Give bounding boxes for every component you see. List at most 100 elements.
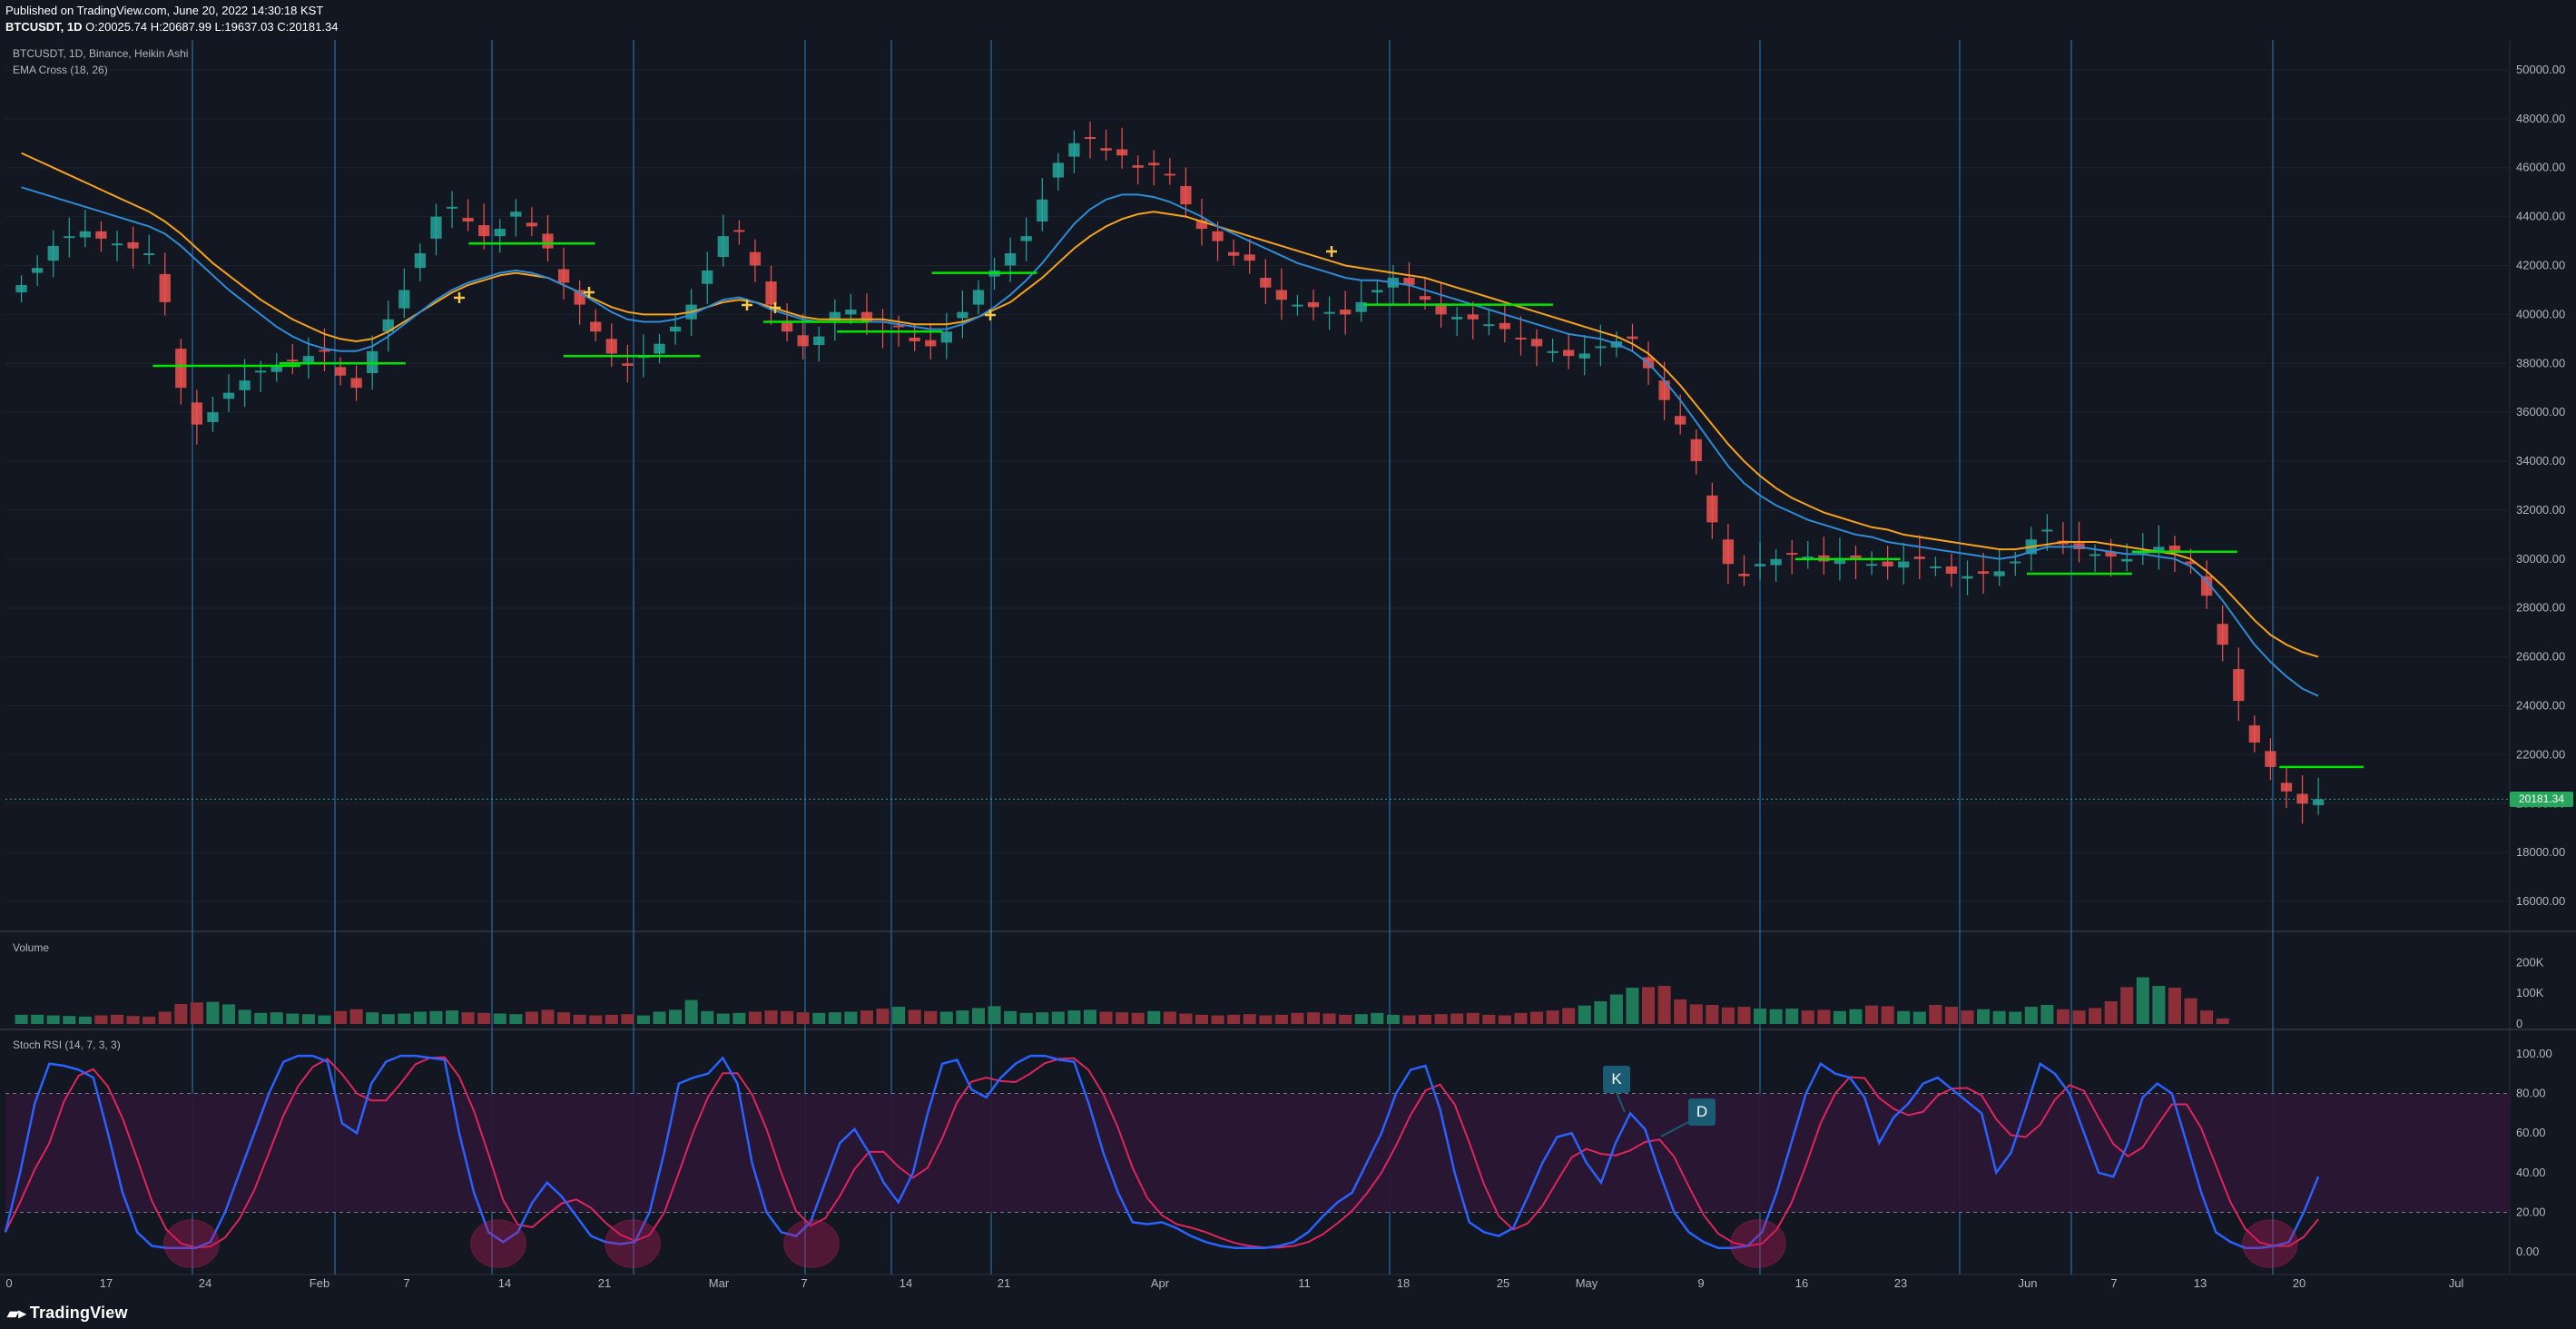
candle-body [845, 310, 857, 315]
candle-body [1132, 165, 1144, 168]
candle-body [1563, 349, 1575, 357]
volume-bar [1721, 1007, 1735, 1024]
volume-bar [1259, 1015, 1273, 1024]
volume-bar [398, 1013, 411, 1024]
volume-tick-label: 100K [2516, 986, 2544, 999]
chart-canvas[interactable]: 50000.00 48000.00 46000.00 44000.00 42000.00… [0, 0, 2576, 1329]
volume-bar [2040, 1005, 2054, 1024]
time-tick-label: 11 [1298, 1276, 1311, 1290]
time-tick-label: 21 [998, 1276, 1010, 1290]
price-tick-label: 42000.00 [2516, 259, 2565, 272]
candle-body [462, 217, 474, 222]
volume-bar [206, 1001, 220, 1024]
candle-body [79, 231, 92, 238]
candle-body [31, 268, 44, 273]
volume-bar [1163, 1011, 1176, 1024]
volume-bar [1354, 1014, 1368, 1024]
candle-body [1052, 162, 1064, 178]
volume-bar [1642, 987, 1656, 1024]
time-tick-label: 7 [403, 1276, 409, 1290]
candle-body [669, 326, 682, 332]
candle-body [1499, 322, 1511, 330]
time-tick-label: Apr [1151, 1276, 1170, 1290]
candle-body [1116, 149, 1128, 156]
candle-body [2233, 669, 2245, 702]
candle-body [430, 216, 442, 239]
candle-body [1898, 561, 1910, 568]
volume-bar [158, 1011, 172, 1024]
volume-bar [381, 1014, 395, 1024]
volume-bar [286, 1013, 300, 1024]
last-price-badge: 20181.34 [2510, 792, 2573, 808]
candle-body [622, 363, 634, 366]
volume-bar [1706, 1005, 1719, 1024]
time-tick-label: May [1576, 1276, 1598, 1290]
candle-body [557, 269, 570, 283]
candle-body [1164, 173, 1175, 176]
volume-bar [174, 1004, 188, 1024]
candle-body [1547, 350, 1558, 353]
candle-body [287, 359, 299, 362]
volume-bar [796, 1012, 810, 1024]
time-tick-label: 18 [1397, 1276, 1410, 1290]
candle-body [47, 245, 59, 261]
volume-bar [1291, 1012, 1304, 1024]
candle-body [2296, 793, 2308, 804]
volume-bar [1817, 1009, 1831, 1024]
volume-bar [939, 1011, 953, 1024]
volume-bar [1402, 1015, 1416, 1024]
volume-bar [1514, 1012, 1528, 1024]
volume-bar [2104, 1000, 2118, 1024]
stoch-tick-label: 80.00 [2516, 1087, 2546, 1100]
volume-tick-label: 0 [2516, 1017, 2522, 1030]
volume-bar [876, 1009, 890, 1024]
candle-body [542, 233, 554, 249]
volume-bar [525, 1011, 538, 1024]
candle-body [1690, 438, 1702, 462]
volume-bar [94, 1015, 108, 1024]
candle-body [207, 412, 219, 422]
candle-body [1882, 561, 1893, 566]
candle-body [1372, 290, 1383, 293]
volume-bar [748, 1011, 762, 1024]
volume-bar [1530, 1011, 1544, 1024]
candle-body [1037, 199, 1048, 222]
volume-bar [1546, 1010, 1559, 1024]
volume-bar [2120, 987, 2134, 1024]
price-tick-label: 34000.00 [2516, 454, 2565, 468]
candle-body [1515, 337, 1527, 340]
volume-bar [971, 1008, 985, 1024]
price-tick-label: 50000.00 [2516, 63, 2565, 76]
price-tick-label: 30000.00 [2516, 552, 2565, 566]
volume-bar [1801, 1010, 1814, 1024]
candle-body [654, 343, 665, 354]
candle-body [1530, 339, 1543, 347]
candle-body [175, 349, 187, 389]
volume-tick-label: 200K [2516, 955, 2544, 969]
volume-bar [653, 1011, 666, 1024]
candle-body [191, 402, 203, 425]
volume-bar [988, 1006, 1001, 1024]
volume-bar [2216, 1018, 2229, 1024]
volume-bar [1450, 1013, 1464, 1024]
time-tick-label: 24 [199, 1276, 211, 1290]
candle-body [510, 212, 522, 217]
volume-bar [126, 1016, 140, 1024]
candle-body [1467, 314, 1479, 320]
candle-body [590, 321, 602, 332]
volume-bar [1944, 1007, 1958, 1024]
stoch-tick-label: 100.00 [2516, 1047, 2552, 1060]
candle-body [414, 253, 427, 269]
volume-legend: Volume [13, 941, 50, 954]
volume-bar [1322, 1013, 1336, 1024]
ema-legend: EMA Cross (18, 26) [13, 64, 108, 76]
candle-body [143, 253, 155, 256]
volume-bar [334, 1010, 348, 1024]
tradingview-logo: ▰▸ TradingView [7, 1304, 128, 1322]
volume-bar [1371, 1012, 1384, 1024]
volume-bar [461, 1012, 475, 1024]
candle-body [2265, 751, 2276, 767]
candle-body [909, 337, 920, 342]
volume-bar [1482, 1014, 1496, 1024]
candle-body [526, 222, 538, 227]
